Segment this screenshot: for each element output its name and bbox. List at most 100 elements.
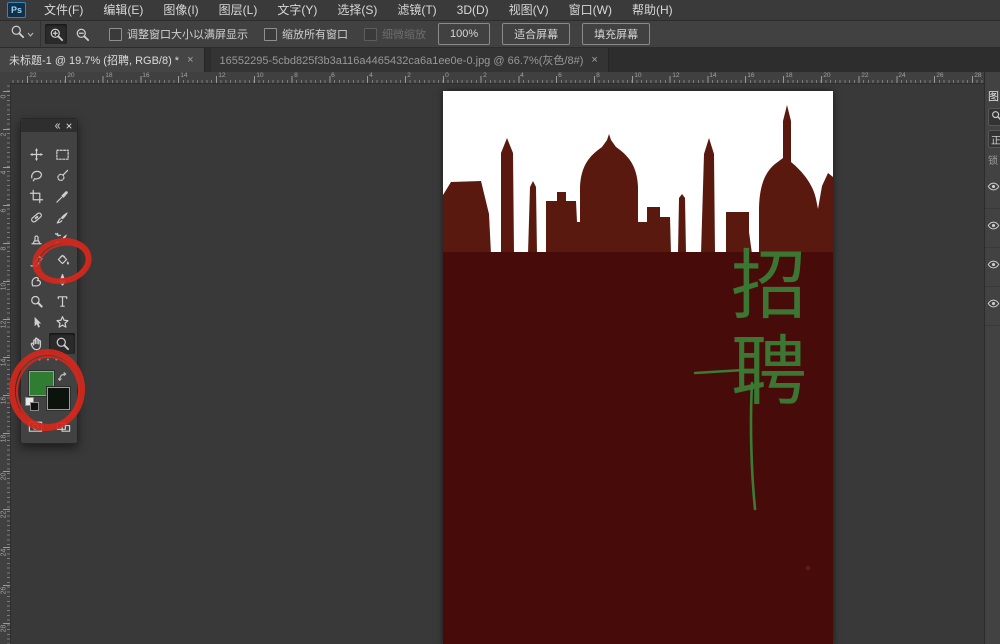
ruler-label: 16: [1, 396, 8, 406]
menu-item-6[interactable]: 滤镜(T): [387, 0, 446, 20]
move-tool[interactable]: [23, 144, 49, 165]
menu-item-0[interactable]: 文件(F): [34, 0, 93, 20]
ruler-label: 22: [1, 510, 8, 520]
menu-item-8[interactable]: 视图(V): [499, 0, 559, 20]
search-icon: [991, 110, 1000, 124]
ruler-label: 20: [823, 72, 830, 79]
option-checkbox-1[interactable]: 缩放所有窗口: [264, 26, 348, 42]
layer-row: [985, 170, 1000, 209]
pen-tool[interactable]: [49, 270, 75, 291]
ruler-label: 8: [1, 244, 8, 254]
menu-item-7[interactable]: 3D(D): [447, 0, 499, 20]
brush-tool[interactable]: [49, 207, 75, 228]
ruler-label: 0: [445, 72, 449, 79]
zoom-out-button[interactable]: [71, 24, 93, 44]
option-button-0[interactable]: 100%: [438, 23, 490, 45]
layer-visibility-eye-icon[interactable]: [987, 297, 1000, 315]
vertical-ruler[interactable]: 0246810121416182022242628: [0, 83, 11, 644]
ruler-label: 16: [143, 72, 150, 79]
menu-item-2[interactable]: 图像(I): [153, 0, 208, 20]
collapse-panel-icon[interactable]: [53, 117, 61, 135]
quick-select-tool[interactable]: [49, 165, 75, 186]
hand-tool[interactable]: [23, 333, 49, 354]
clone-stamp-tool[interactable]: [23, 228, 49, 249]
menu-item-9[interactable]: 窗口(W): [559, 0, 622, 20]
option-checkboxes: 调整窗口大小以满屏显示缩放所有窗口细微缩放: [93, 26, 426, 42]
ruler-label: 26: [936, 72, 943, 79]
background-color-swatch[interactable]: [47, 387, 70, 410]
type-tool[interactable]: [49, 291, 75, 312]
toolbox-bottom-buttons: [21, 419, 77, 439]
horizontal-ruler[interactable]: 2220181614121086420246810121416182022242…: [10, 72, 985, 84]
layer-visibility-eye-icon[interactable]: [987, 219, 1000, 237]
zoom-tool-icon: [10, 24, 25, 44]
close-panel-icon[interactable]: [65, 117, 73, 135]
tab-close-icon[interactable]: ×: [186, 54, 194, 66]
ruler-label: 8: [294, 72, 298, 79]
document-tab-untitled[interactable]: 未标题-1 @ 19.7% (招聘, RGB/8) * ×: [0, 48, 205, 72]
layer-visibility-eye-icon[interactable]: [987, 180, 1000, 198]
lasso-tool[interactable]: [23, 165, 49, 186]
ruler-label: 10: [1, 282, 8, 292]
ruler-label: 22: [861, 72, 868, 79]
menu-item-1[interactable]: 编辑(E): [93, 0, 153, 20]
photoshop-logo-icon: Ps: [7, 2, 26, 18]
shape-tool[interactable]: [49, 312, 75, 333]
tab-close-icon[interactable]: ×: [590, 54, 598, 66]
history-brush-tool[interactable]: [49, 228, 75, 249]
ruler-label: 12: [218, 72, 225, 79]
eyedropper-tool[interactable]: [49, 186, 75, 207]
default-colors-icon[interactable]: [30, 402, 39, 411]
menu-item-3[interactable]: 图层(L): [209, 0, 268, 20]
poster-title-text: 招聘: [730, 243, 808, 415]
tab-title: 未标题-1 @ 19.7% (招聘, RGB/8) *: [9, 52, 179, 68]
toolbar-more-dots[interactable]: • • •: [21, 357, 77, 364]
option-checkbox-0[interactable]: 调整窗口大小以满屏显示: [109, 26, 248, 42]
ruler-label: 26: [1, 586, 8, 596]
options-bar: 调整窗口大小以满屏显示缩放所有窗口细微缩放 100% 适合屏幕填充屏幕: [0, 21, 1000, 48]
menu-bar: Ps 文件(F)编辑(E)图像(I)图层(L)文字(Y)选择(S)滤镜(T)3D…: [0, 0, 1000, 21]
menu-item-10[interactable]: 帮助(H): [622, 0, 683, 20]
ruler-label: 2: [407, 72, 411, 79]
option-button-1[interactable]: 适合屏幕: [502, 23, 570, 45]
quick-mask-button[interactable]: [28, 419, 43, 439]
option-button-2[interactable]: 填充屏幕: [582, 23, 650, 45]
checkbox-icon[interactable]: [264, 28, 277, 41]
smudge-tool[interactable]: [23, 270, 49, 291]
layer-visibility-eye-icon[interactable]: [987, 258, 1000, 276]
marquee-tool[interactable]: [49, 144, 75, 165]
ruler-label: 22: [29, 72, 36, 79]
tool-preset-picker[interactable]: [0, 21, 41, 47]
healing-brush-tool[interactable]: [23, 207, 49, 228]
layers-panel-tab[interactable]: 图: [988, 88, 999, 104]
canvas-workspace: 招聘: [10, 83, 985, 644]
ruler-label: 28: [974, 72, 981, 79]
layer-row: [985, 248, 1000, 287]
ruler-label: 8: [596, 72, 600, 79]
ruler-label: 10: [634, 72, 641, 79]
ruler-label: 12: [1, 320, 8, 330]
zoom-tool[interactable]: [49, 333, 75, 354]
menu-item-5[interactable]: 选择(S): [327, 0, 387, 20]
blend-mode-select[interactable]: 正: [988, 130, 1000, 148]
eraser-tool[interactable]: [23, 249, 49, 270]
ruler-label: 0: [1, 92, 8, 102]
ruler-label: 10: [256, 72, 263, 79]
ruler-label: 20: [1, 472, 8, 482]
option-checkbox-2: 细微缩放: [364, 26, 426, 42]
document-tab-jpg[interactable]: 16552295-5cbd825f3b3a116a4465432ca6a1ee0…: [211, 48, 609, 72]
swap-colors-icon[interactable]: [58, 369, 69, 387]
ruler-label: 28: [1, 624, 8, 634]
dodge-tool[interactable]: [23, 291, 49, 312]
zoom-in-button[interactable]: [45, 24, 67, 44]
paint-bucket-tool[interactable]: [49, 249, 75, 270]
layer-filter-search[interactable]: [988, 108, 1000, 126]
screen-mode-button[interactable]: [56, 419, 71, 439]
path-select-tool[interactable]: [23, 312, 49, 333]
crop-tool[interactable]: [23, 186, 49, 207]
poster-canvas[interactable]: 招聘: [443, 91, 833, 644]
checkbox-icon[interactable]: [109, 28, 122, 41]
photoshop-window: Ps 文件(F)编辑(E)图像(I)图层(L)文字(Y)选择(S)滤镜(T)3D…: [0, 0, 1000, 644]
ruler-label: 6: [331, 72, 335, 79]
menu-item-4[interactable]: 文字(Y): [267, 0, 327, 20]
